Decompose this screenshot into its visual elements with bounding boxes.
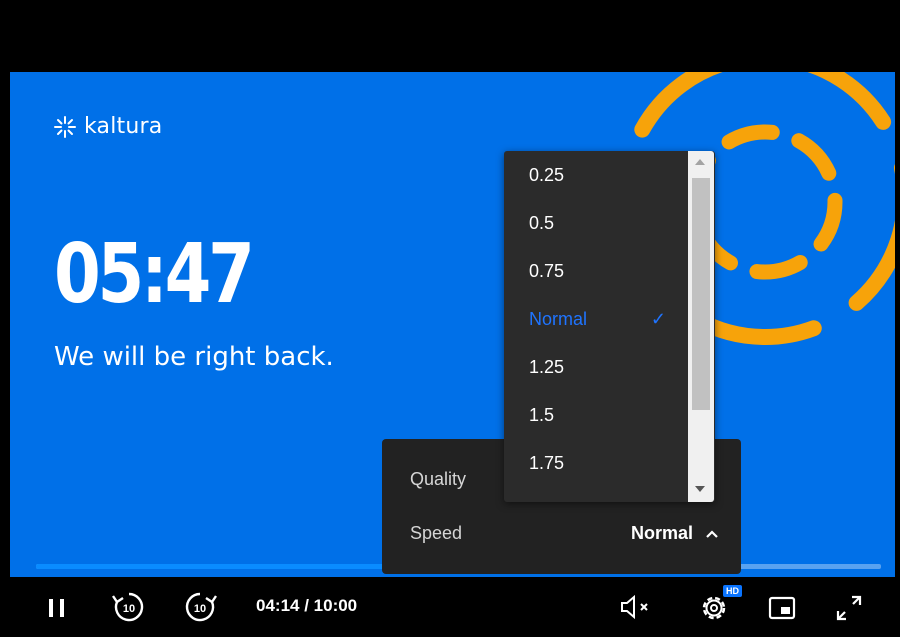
speed-option-label: 0.5 [529,213,555,233]
break-message: We will be right back. [54,342,334,372]
time-display: 04:14 / 10:00 [256,596,357,616]
quality-label: Quality [410,469,467,489]
duration: 10:00 [313,596,358,615]
speed-option-label: 1.25 [529,357,565,377]
fullscreen-expand-icon [836,595,862,621]
time-separator: / [299,596,314,615]
kaltura-logo-icon [54,115,76,138]
forward-icon: 10 [185,592,217,622]
checkmark-icon: ✓ [650,309,666,329]
settings-speed-row[interactable]: Speed Normal [410,523,719,544]
speed-option-label: 1.75 [529,453,565,473]
speed-option[interactable]: 0.5 [504,199,690,247]
speed-option-label: 0.25 [529,165,565,185]
kaltura-logo: kaltura [54,114,162,139]
seek-bar-progress [36,564,394,569]
speed-label: Speed [410,523,463,543]
pause-button[interactable] [42,593,72,623]
speed-option-label: 0.75 [529,261,565,281]
speed-option-label: 1.5 [529,405,555,425]
rewind-icon: 10 [112,592,144,622]
chevron-up-icon [706,529,718,538]
rewind-seconds: 10 [123,603,135,615]
picture-in-picture-button[interactable] [765,591,799,625]
forward-10-button[interactable]: 10 [178,588,222,626]
brand-name: kaltura [84,114,163,139]
speed-option[interactable]: 0.75 [504,247,690,295]
scroll-up-arrow-icon[interactable] [695,159,705,165]
fullscreen-button[interactable] [832,591,866,625]
speed-option[interactable]: 0.25 [504,151,690,199]
player-control-bar: 10 10 04:14 / 10:00 HD [0,577,900,637]
current-time: 04:14 [256,596,300,615]
hd-badge: HD [723,585,742,597]
scroll-down-arrow-icon[interactable] [695,486,705,492]
volume-muted-icon [621,594,648,620]
scroll-thumb[interactable] [692,178,710,410]
speed-option[interactable]: 1.25 [504,343,690,391]
pause-icon [49,599,64,617]
speed-value: Normal [630,523,693,543]
countdown-timer: 05:47 [54,227,255,322]
speed-options-list: 0.25 0.5 0.75 Normal ✓ 1.25 1.5 1.75 [504,151,690,487]
speed-option[interactable]: 1.5 [504,391,690,439]
picture-in-picture-icon [768,596,796,620]
speed-option[interactable]: Normal ✓ [504,295,690,343]
speed-option-label: Normal [529,309,588,329]
mute-button[interactable] [616,592,656,622]
speed-dropdown: 0.25 0.5 0.75 Normal ✓ 1.25 1.5 1.75 [504,151,715,502]
letterbox-top [0,0,900,72]
speed-dropdown-scrollbar[interactable] [688,151,714,502]
speed-option[interactable]: 1.75 [504,439,690,487]
rewind-10-button[interactable]: 10 [107,588,151,626]
forward-seconds: 10 [194,603,206,615]
